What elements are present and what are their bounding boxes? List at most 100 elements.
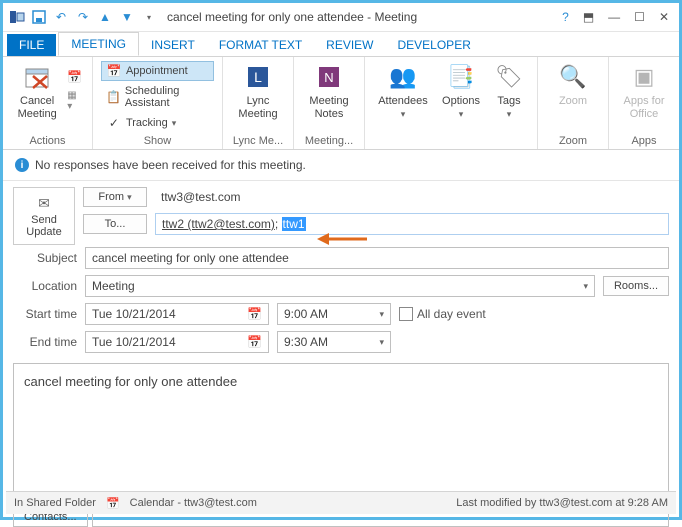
tracking-button[interactable]: ✓ Tracking ▾ [101, 113, 214, 133]
window-controls: ? ⬒ ― ☐ ✕ [562, 10, 679, 24]
status-bar: In Shared Folder 📅 Calendar - ttw3@test.… [6, 491, 676, 514]
subject-field[interactable]: cancel meeting for only one attendee [85, 247, 669, 269]
group-show: 📅 Appointment 📋 Scheduling Assistant ✓ T… [93, 57, 223, 149]
zoom-button[interactable]: 🔍 Zoom [546, 61, 600, 108]
apps-label: Apps for Office [624, 95, 665, 121]
cancel-meeting-icon [21, 61, 53, 93]
form-area: ✉ Send Update From ▾ ttw3@test.com To...… [3, 181, 679, 245]
minimize-icon[interactable]: ― [608, 10, 620, 24]
message-body[interactable]: cancel meeting for only one attendee [13, 363, 669, 497]
from-button[interactable]: From ▾ [83, 187, 147, 207]
group-show-label: Show [101, 135, 214, 147]
group-notes: N Meeting Notes Meeting... [294, 57, 365, 149]
cancel-meeting-button[interactable]: Cancel Meeting [11, 61, 63, 121]
save-icon[interactable] [31, 9, 47, 25]
to-recipient-2[interactable]: ttw1 [282, 217, 306, 231]
calendar-icon[interactable]: 📅 [247, 307, 262, 321]
options-label: Options▾ [442, 95, 480, 121]
info-icon: i [15, 158, 29, 172]
scheduling-icon: 📋 [106, 89, 121, 105]
svg-text:N: N [324, 70, 333, 85]
to-field[interactable]: ttw2 (ttw2@test.com); ttw1 [155, 213, 669, 235]
svg-text:L: L [254, 69, 262, 85]
calendar-forward-icon[interactable]: 📅 [67, 70, 84, 84]
start-date-field[interactable]: Tue 10/21/2014📅 [85, 303, 269, 325]
tags-button[interactable]: 🏷 Tags▾ [489, 61, 529, 121]
start-time-field[interactable]: 9:00 AM▾ [277, 303, 391, 325]
scheduling-label: Scheduling Assistant [125, 85, 209, 109]
scheduling-assistant-button[interactable]: 📋 Scheduling Assistant [101, 83, 214, 111]
info-bar: i No responses have been received for th… [3, 150, 679, 181]
tab-file[interactable]: FILE [7, 34, 56, 56]
appointment-label: Appointment [126, 65, 188, 77]
location-field[interactable]: Meeting ▾ [85, 275, 595, 297]
send-update-button[interactable]: ✉ Send Update [13, 187, 75, 245]
options-icon: 📑 [445, 61, 477, 93]
end-date-field[interactable]: Tue 10/21/2014📅 [85, 331, 269, 353]
maximize-icon[interactable]: ☐ [634, 10, 645, 24]
tab-insert[interactable]: INSERT [139, 34, 207, 56]
zoom-label: Zoom [559, 95, 587, 108]
quick-access-toolbar: ↶ ↷ ▲ ▼ ▾ [3, 9, 157, 25]
group-notes-label: Meeting... [302, 135, 356, 147]
help-icon[interactable]: ? [562, 10, 569, 24]
group-attendees: 👥 Attendees▾ 📑 Options▾ 🏷 Tags▾ [365, 57, 538, 149]
group-lync: L Lync Meeting Lync Me... [223, 57, 294, 149]
to-recipient-1[interactable]: ttw2 (ttw2@test.com) [162, 217, 275, 231]
form-lower: Subject cancel meeting for only one atte… [3, 245, 679, 353]
ribbon: Cancel Meeting 📅 ▦ ▾ Actions 📅 Appointme… [3, 56, 679, 150]
close-icon[interactable]: ✕ [659, 10, 669, 24]
notes-label: Meeting Notes [309, 95, 348, 121]
tab-format-text[interactable]: FORMAT TEXT [207, 34, 314, 56]
lync-icon: L [242, 61, 274, 93]
location-caret-icon: ▾ [583, 281, 588, 292]
onenote-icon: N [313, 61, 345, 93]
tracking-icon: ✓ [106, 115, 122, 131]
calendar-small-icon[interactable]: ▦ ▾ [67, 90, 84, 112]
lync-label: Lync Meeting [238, 95, 277, 121]
status-calendar-icon: 📅 [106, 497, 120, 510]
ribbon-toggle-icon[interactable]: ⬒ [583, 10, 594, 24]
window-title: cancel meeting for only one attendee - M… [157, 10, 562, 24]
rooms-button[interactable]: Rooms... [603, 276, 669, 296]
zoom-icon: 🔍 [557, 61, 589, 93]
group-zoom-label: Zoom [546, 135, 600, 147]
qat-more-icon[interactable]: ▾ [141, 9, 157, 25]
prev-icon[interactable]: ▲ [97, 9, 113, 25]
options-button[interactable]: 📑 Options▾ [435, 61, 487, 121]
outlook-icon [9, 9, 25, 25]
appointment-icon: 📅 [106, 63, 122, 79]
location-label: Location [13, 279, 77, 293]
tags-label: Tags▾ [497, 95, 520, 121]
apps-button[interactable]: ▣ Apps for Office [617, 61, 671, 121]
status-modified: Last modified by ttw3@test.com at 9:28 A… [456, 497, 668, 509]
tab-meeting[interactable]: MEETING [58, 32, 139, 56]
calendar-icon[interactable]: 📅 [247, 335, 262, 349]
apps-icon: ▣ [628, 61, 660, 93]
cancel-meeting-label: Cancel Meeting [18, 95, 57, 121]
lync-meeting-button[interactable]: L Lync Meeting [231, 61, 285, 121]
status-folder: In Shared Folder [14, 497, 96, 509]
info-text: No responses have been received for this… [35, 158, 306, 172]
tab-developer[interactable]: DEVELOPER [386, 34, 483, 56]
next-icon[interactable]: ▼ [119, 9, 135, 25]
tracking-caret-icon: ▾ [172, 118, 177, 129]
tags-icon: 🏷 [493, 61, 525, 93]
to-button[interactable]: To... [83, 214, 147, 234]
group-actions: Cancel Meeting 📅 ▦ ▾ Actions [3, 57, 93, 149]
attendees-button[interactable]: 👥 Attendees▾ [373, 61, 433, 121]
attendees-label: Attendees▾ [378, 95, 428, 121]
redo-icon[interactable]: ↷ [75, 9, 91, 25]
undo-icon[interactable]: ↶ [53, 9, 69, 25]
end-time-field[interactable]: 9:30 AM▾ [277, 331, 391, 353]
attendees-icon: 👥 [387, 61, 419, 93]
ribbon-tabs: FILE MEETING INSERT FORMAT TEXT REVIEW D… [3, 32, 679, 56]
tab-review[interactable]: REVIEW [314, 34, 385, 56]
group-lync-label: Lync Me... [231, 135, 285, 147]
subject-label: Subject [13, 251, 77, 265]
send-icon: ✉ [38, 195, 50, 212]
send-label: Send Update [26, 214, 61, 238]
all-day-checkbox[interactable]: All day event [399, 307, 486, 321]
meeting-notes-button[interactable]: N Meeting Notes [302, 61, 356, 121]
appointment-button[interactable]: 📅 Appointment [101, 61, 214, 81]
